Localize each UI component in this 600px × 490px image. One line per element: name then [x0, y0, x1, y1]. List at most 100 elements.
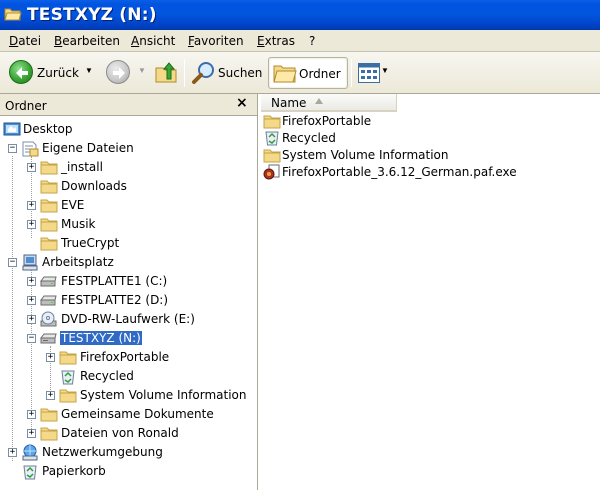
tree-item-label: Recycled: [80, 369, 134, 383]
folder-icon: [40, 237, 58, 251]
up-button[interactable]: [154, 57, 182, 89]
expand-icon[interactable]: +: [27, 315, 36, 324]
tree-item-label: Netzwerkumgebung: [42, 445, 163, 459]
tree-item-label: Downloads: [61, 179, 127, 193]
expand-icon[interactable]: +: [27, 296, 36, 305]
back-button[interactable]: Zurück ▼: [7, 57, 93, 89]
file-name: FirefoxPortable: [282, 114, 372, 128]
folders-icon: [273, 65, 297, 83]
file-item-system-volume-information[interactable]: System Volume Information: [263, 147, 563, 164]
tree-item-netzwerkumgebung[interactable]: + Netzwerkumgebung: [0, 443, 257, 462]
title-bar[interactable]: TESTXYZ (N:): [0, 0, 600, 30]
back-arrow-icon: [9, 60, 33, 84]
folder-up-icon: [155, 62, 177, 83]
desktop-icon: [3, 122, 21, 136]
tree-item-label: TESTXYZ (N:): [59, 330, 143, 346]
expand-icon[interactable]: +: [46, 353, 55, 362]
folder-icon: [263, 115, 281, 129]
file-item-recycled[interactable]: Recycled: [263, 130, 563, 147]
expand-icon[interactable]: +: [27, 410, 36, 419]
tree-item-label: Gemeinsame Dokumente: [61, 407, 214, 421]
folder-icon: [40, 408, 58, 422]
tree-item-label: Eigene Dateien: [42, 141, 134, 155]
tree-item-label: Papierkorb: [42, 464, 106, 478]
menu-help[interactable]: ?: [309, 34, 315, 48]
tree-item-firefoxportable[interactable]: + FirefoxPortable: [0, 348, 257, 367]
collapse-icon[interactable]: −: [8, 144, 17, 153]
menu-extras[interactable]: Extras: [257, 34, 295, 48]
tree-item-system-volume-information[interactable]: + System Volume Information: [0, 386, 257, 405]
expand-icon[interactable]: +: [27, 220, 36, 229]
folder-pane-header: Ordner ×: [0, 94, 257, 116]
column-header-name[interactable]: Name: [261, 94, 397, 112]
tree-item-label: Dateien von Ronald: [61, 426, 179, 440]
menu-bar: Datei Bearbeiten Ansicht Favoriten Extra…: [0, 30, 600, 52]
folder-icon: [40, 161, 58, 175]
folder-icon: [59, 389, 77, 403]
forward-arrow-icon: [106, 60, 130, 84]
tree-item-festplatte2[interactable]: + FESTPLATTE2 (D:): [0, 291, 257, 310]
expand-icon[interactable]: +: [46, 391, 55, 400]
tree-item-truecrypt[interactable]: TrueCrypt: [0, 234, 257, 253]
folder-icon: [40, 218, 58, 232]
tree-item-label: FESTPLATTE1 (C:): [61, 274, 168, 288]
folder-pane-title: Ordner: [5, 99, 47, 113]
file-name: FirefoxPortable_3.6.12_German.paf.exe: [282, 165, 517, 179]
close-icon[interactable]: ×: [236, 95, 248, 111]
tree-item-downloads[interactable]: Downloads: [0, 177, 257, 196]
expand-icon[interactable]: +: [8, 448, 17, 457]
expand-icon[interactable]: +: [27, 429, 36, 438]
expand-icon[interactable]: +: [27, 163, 36, 172]
folder-icon: [40, 199, 58, 213]
toolbar-separator: [184, 59, 185, 87]
menu-bearbeiten[interactable]: Bearbeiten: [54, 34, 120, 48]
folder-icon: [40, 427, 58, 441]
tree-item-festplatte1[interactable]: + FESTPLATTE1 (C:): [0, 272, 257, 291]
tree-item-gemeinsame-dokumente[interactable]: + Gemeinsame Dokumente: [0, 405, 257, 424]
views-button[interactable]: ▼: [356, 57, 392, 89]
collapse-icon[interactable]: −: [8, 258, 17, 267]
window-title: TESTXYZ (N:): [27, 5, 157, 25]
tree-item-eve[interactable]: + EVE: [0, 196, 257, 215]
tree-item-papierkorb[interactable]: Papierkorb: [0, 462, 257, 481]
back-dropdown-icon[interactable]: ▼: [85, 66, 93, 75]
recycle-bin-icon: [265, 131, 279, 146]
file-item-firefoxportable[interactable]: FirefoxPortable: [263, 113, 563, 130]
forward-dropdown-icon[interactable]: ▼: [138, 66, 146, 75]
tree-item-desktop[interactable]: Desktop: [0, 120, 257, 139]
search-button[interactable]: Suchen: [189, 57, 265, 89]
tree-item-label: DVD-RW-Laufwerk (E:): [61, 312, 195, 326]
tree-item-eigene-dateien[interactable]: − Eigene Dateien: [0, 139, 257, 158]
tree-item-testxyz[interactable]: − TESTXYZ (N:): [0, 329, 257, 348]
tree-item-label: FirefoxPortable: [80, 350, 170, 364]
installer-icon: [263, 164, 280, 180]
menu-datei[interactable]: Datei: [9, 34, 41, 48]
search-icon: [192, 62, 214, 84]
file-item-firefoxportable-exe[interactable]: FirefoxPortable_3.6.12_German.paf.exe: [263, 164, 593, 181]
removable-drive-icon: [40, 333, 57, 344]
menu-ansicht[interactable]: Ansicht: [131, 34, 175, 48]
recycle-bin-icon: [61, 370, 75, 385]
folders-button[interactable]: Ordner: [268, 57, 348, 89]
tree-item-musik[interactable]: + Musik: [0, 215, 257, 234]
tree-item-label: System Volume Information: [80, 388, 247, 402]
menu-favoriten[interactable]: Favoriten: [188, 34, 244, 48]
folders-button-label: Ordner: [299, 67, 341, 81]
tree-item-label: _install: [61, 160, 103, 174]
views-dropdown-icon[interactable]: ▼: [381, 66, 389, 75]
my-computer-icon: [22, 254, 38, 271]
file-name: System Volume Information: [282, 148, 449, 162]
tree-item-dvd-drive[interactable]: + DVD-RW-Laufwerk (E:): [0, 310, 257, 329]
forward-button[interactable]: ▼: [104, 57, 146, 89]
tree-item-label: Arbeitsplatz: [42, 255, 114, 269]
expand-icon[interactable]: +: [27, 277, 36, 286]
tree-item-label: EVE: [61, 198, 85, 212]
tree-item-recycled[interactable]: Recycled: [0, 367, 257, 386]
folder-pane: Ordner × Desktop − Eigene Dateien + _ins…: [0, 94, 258, 490]
tree-item-dateien-von-ronald[interactable]: + Dateien von Ronald: [0, 424, 257, 443]
collapse-icon[interactable]: −: [27, 334, 36, 343]
expand-icon[interactable]: +: [27, 201, 36, 210]
tree-item-arbeitsplatz[interactable]: − Arbeitsplatz: [0, 253, 257, 272]
column-header-label: Name: [271, 96, 307, 110]
tree-item-install[interactable]: + _install: [0, 158, 257, 177]
